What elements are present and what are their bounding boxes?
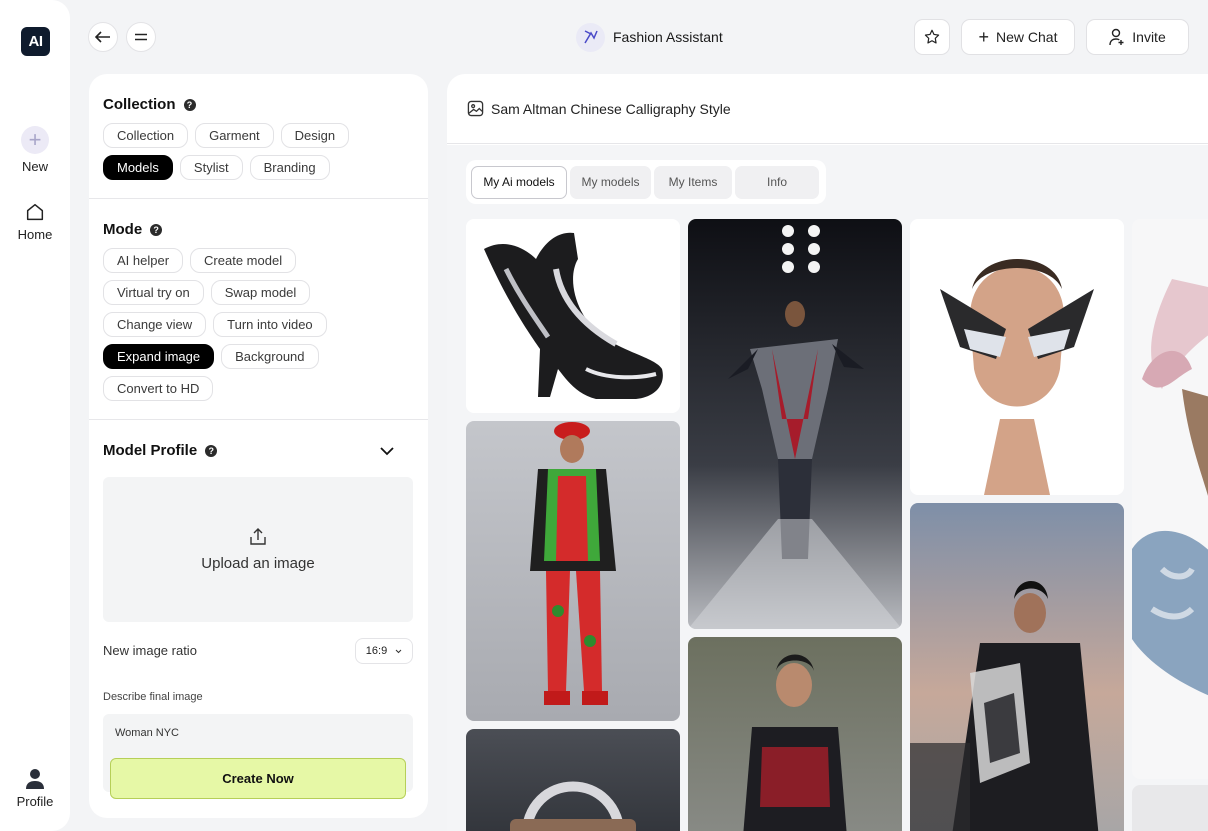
home-icon (26, 203, 44, 221)
image-icon (467, 100, 484, 117)
assistant-title: Fashion Assistant (576, 22, 723, 52)
collection-title: Collection (103, 96, 176, 113)
chip-collection[interactable]: Collection (103, 123, 189, 148)
main-header: Sam Altman Chinese Calligraphy Style (447, 74, 1208, 144)
model-profile-title: Model Profile (103, 442, 198, 459)
collapse-toggle[interactable] (379, 443, 395, 461)
gallery-image-runway[interactable] (688, 219, 902, 629)
chip-virtual-try-on[interactable]: Virtual try on (103, 280, 204, 305)
gallery-tabs: My Ai models My models My Items Info (466, 160, 826, 204)
tab-my-items[interactable]: My Items (654, 165, 732, 199)
rail-profile-button[interactable]: Profile (0, 768, 70, 809)
collection-heading: Collection ? (103, 96, 196, 113)
assistant-icon (576, 22, 605, 52)
tab-my-ai-models[interactable]: My Ai models (471, 165, 567, 199)
user-icon (26, 769, 44, 789)
mode-chips: AI helper Create model Virtual try on Sw… (103, 248, 403, 401)
divider (89, 419, 428, 420)
invite-button[interactable]: Invite (1086, 19, 1189, 55)
assistant-title-text: Fashion Assistant (613, 29, 723, 45)
chip-stylist[interactable]: Stylist (179, 155, 243, 180)
new-chat-button[interactable]: + New Chat (961, 19, 1075, 55)
gallery-image-sunset-model[interactable] (910, 503, 1124, 831)
chip-background[interactable]: Background (221, 344, 319, 369)
options-panel: Collection ? Collection Garment Design M… (89, 74, 428, 818)
plus-icon: + (978, 27, 990, 47)
gallery-area: My Ai models My models My Items Info (447, 145, 1208, 831)
project-title: Sam Altman Chinese Calligraphy Style (467, 100, 731, 117)
chip-branding[interactable]: Branding (249, 155, 330, 180)
divider (89, 198, 428, 199)
chip-ai-helper[interactable]: AI helper (103, 248, 184, 273)
left-rail: AI + New Home Profile (0, 0, 70, 831)
menu-button[interactable] (126, 22, 156, 52)
chip-swap-model[interactable]: Swap model (210, 280, 311, 305)
chip-change-view[interactable]: Change view (103, 312, 207, 337)
chip-create-model[interactable]: Create model (190, 248, 297, 273)
chip-design[interactable]: Design (280, 123, 350, 148)
upload-dropzone[interactable]: Upload an image (103, 477, 413, 622)
invite-label: Invite (1132, 29, 1166, 45)
new-chat-label: New Chat (996, 29, 1058, 45)
model-profile-heading: Model Profile ? (103, 442, 218, 459)
project-title-text: Sam Altman Chinese Calligraphy Style (491, 100, 731, 117)
help-icon[interactable]: ? (150, 223, 163, 236)
chip-turn-into-video[interactable]: Turn into video (213, 312, 327, 337)
gallery-image-street-model[interactable] (688, 637, 902, 831)
create-now-button[interactable]: Create Now (110, 758, 406, 799)
back-button[interactable] (88, 22, 118, 52)
user-plus-icon (1109, 28, 1124, 46)
chip-expand-image[interactable]: Expand image (103, 344, 215, 369)
rail-new-button[interactable]: + New (0, 126, 70, 174)
gallery-image-shoe[interactable] (466, 219, 680, 413)
chevron-down-icon (380, 447, 394, 456)
describe-label: Describe final image (103, 691, 203, 703)
ratio-label: New image ratio (103, 643, 197, 658)
chevron-down-icon (395, 649, 402, 653)
help-icon[interactable]: ? (183, 98, 196, 111)
tab-info[interactable]: Info (735, 165, 819, 199)
star-icon (924, 29, 940, 44)
app-logo[interactable]: AI (21, 27, 50, 56)
chip-models[interactable]: Models (103, 155, 173, 180)
rail-profile-label: Profile (16, 794, 54, 809)
gallery-image-sunglasses[interactable] (910, 219, 1124, 495)
rail-new-label: New (21, 159, 48, 174)
upload-icon (250, 528, 266, 545)
gallery-image-handbag[interactable] (466, 729, 680, 831)
rail-home-button[interactable]: Home (0, 201, 70, 242)
arrow-left-icon (95, 31, 110, 43)
rail-home-label: Home (17, 227, 53, 242)
tab-my-models[interactable]: My models (570, 165, 651, 199)
plus-icon: + (21, 126, 49, 154)
collection-chips: Collection Garment Design Models Stylist… (103, 123, 403, 180)
menu-icon (135, 33, 147, 41)
main-area: Sam Altman Chinese Calligraphy Style My … (447, 74, 1208, 831)
favorite-button[interactable] (914, 19, 950, 55)
ratio-select[interactable]: 16:9 (355, 638, 413, 664)
upload-label: Upload an image (201, 555, 315, 572)
ratio-value: 16:9 (365, 645, 388, 657)
mode-title: Mode (103, 221, 143, 238)
chip-garment[interactable]: Garment (195, 123, 274, 148)
mode-heading: Mode ? (103, 221, 163, 238)
gallery-image-sculpture[interactable] (1132, 219, 1208, 779)
gallery-image-partial[interactable] (1132, 785, 1208, 831)
chip-convert-to-hd[interactable]: Convert to HD (103, 376, 214, 401)
gallery-image-model-beret[interactable] (466, 421, 680, 721)
describe-value: Woman NYC (115, 727, 179, 739)
help-icon[interactable]: ? (205, 444, 218, 457)
